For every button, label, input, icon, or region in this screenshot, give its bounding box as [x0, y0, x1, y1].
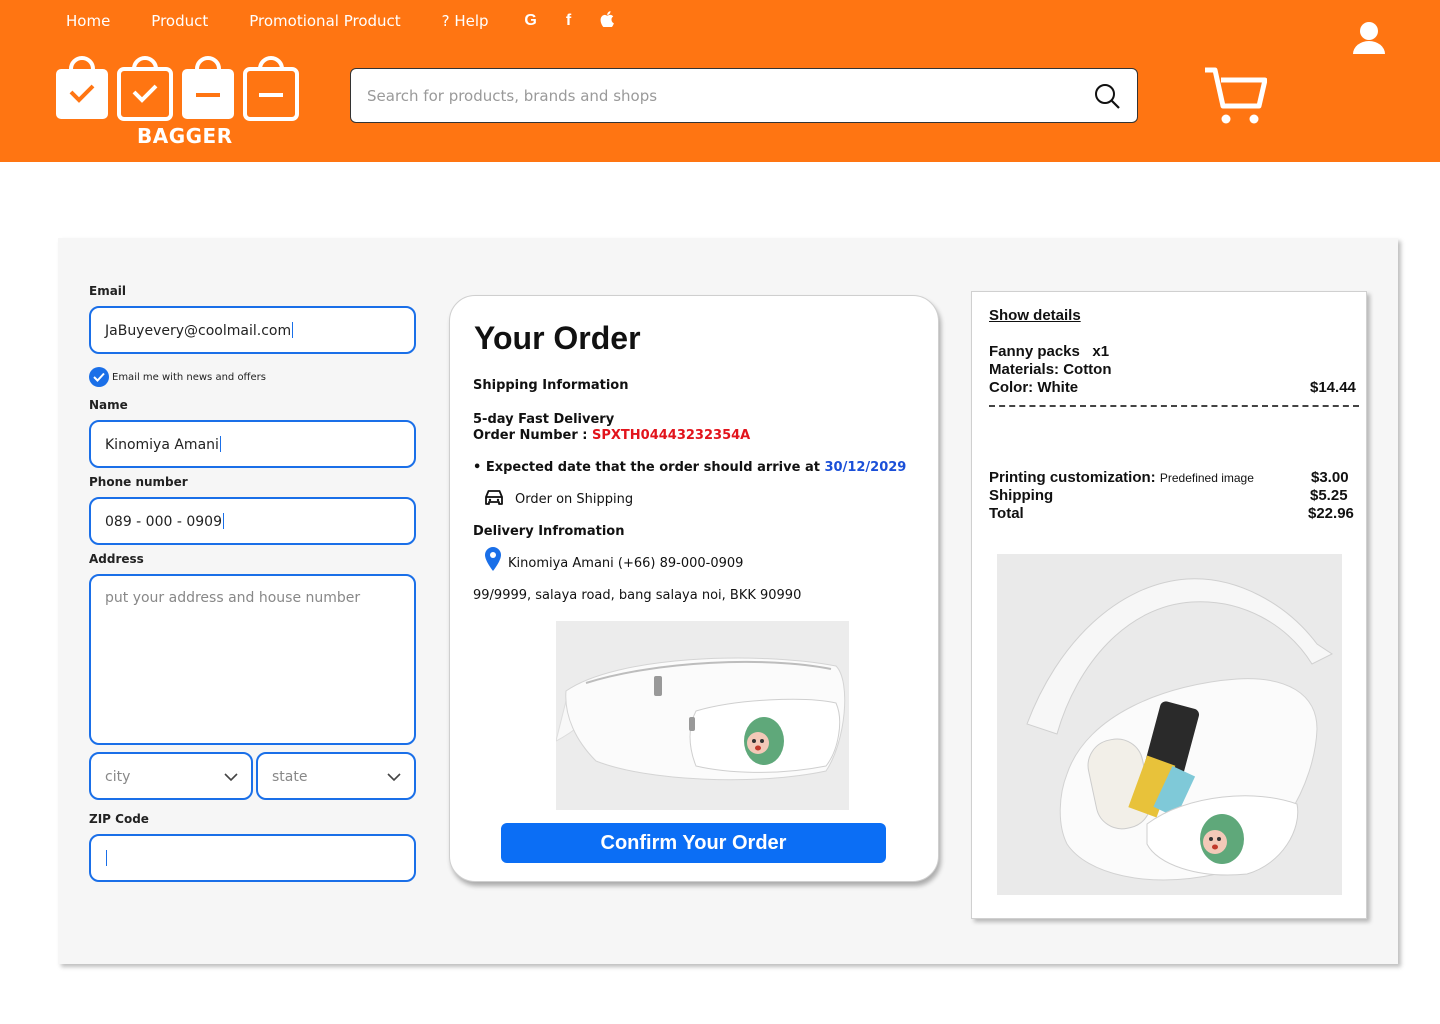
phone-value: 089 - 000 - 0909	[105, 514, 222, 530]
confirm-order-button[interactable]: Confirm Your Order	[501, 823, 886, 863]
shipping-heading: Shipping Information	[473, 378, 629, 393]
order-number: SPXTH04443232354A	[592, 428, 751, 443]
product-quantity: x1	[1092, 343, 1110, 360]
email-value: JaBuyevery@coolmail.com	[105, 323, 292, 339]
nav-product-link[interactable]: Product	[151, 12, 208, 30]
expected-date-row: • Expected date that the order should ar…	[473, 460, 907, 475]
user-account-icon[interactable]	[1350, 20, 1388, 56]
facebook-icon[interactable]: f	[560, 12, 578, 30]
nav-help-link[interactable]: ? Help	[442, 12, 489, 30]
order-number-row: Order Number : SPXTH04443232354A	[473, 428, 751, 443]
phone-field[interactable]: 089 - 000 - 0909	[89, 497, 416, 545]
newsletter-label: Email me with news and offers	[112, 372, 266, 383]
car-icon	[485, 490, 503, 505]
cart-icon[interactable]	[1203, 66, 1267, 126]
product-material: Materials: Cotton	[989, 361, 1112, 378]
search-bar	[350, 68, 1138, 123]
city-select[interactable]: city	[89, 752, 253, 800]
address-textarea[interactable]: put your address and house number	[89, 574, 416, 745]
email-label: Email	[89, 284, 127, 298]
name-field[interactable]: Kinomiya Amani	[89, 420, 416, 468]
brand-name: BAGGER	[137, 124, 233, 148]
expected-date: 30/12/2029	[824, 460, 907, 475]
social-links: G f	[522, 10, 616, 32]
printing-row: Printing customization: Predefined image	[989, 469, 1254, 486]
shipping-status: Order on Shipping	[515, 492, 634, 507]
newsletter-checkbox[interactable]	[89, 367, 109, 387]
name-label: Name	[89, 398, 128, 412]
location-pin-icon	[485, 547, 501, 571]
delivery-address: 99/9999, salaya road, bang salaya noi, B…	[473, 588, 802, 603]
printing-option: Predefined image	[1159, 471, 1254, 485]
product-color: Color: White	[989, 379, 1079, 396]
address-label: Address	[89, 552, 144, 566]
phone-label: Phone number	[89, 475, 188, 489]
shipping-label: Shipping	[989, 487, 1054, 504]
search-input[interactable]	[367, 83, 1067, 109]
address-placeholder: put your address and house number	[105, 590, 361, 606]
email-field[interactable]: JaBuyevery@coolmail.com	[89, 306, 416, 354]
total-price: $22.96	[1308, 505, 1354, 522]
zip-field[interactable]	[89, 834, 416, 882]
delivery-heading: Delivery Infromation	[473, 524, 625, 539]
chevron-down-icon	[387, 773, 401, 782]
apple-icon[interactable]	[598, 10, 616, 32]
summary-divider	[989, 405, 1359, 407]
product-name: Fanny packs x1	[989, 343, 1110, 360]
printing-price: $3.00	[1311, 469, 1349, 486]
chevron-down-icon	[224, 773, 238, 782]
state-select[interactable]: state	[256, 752, 416, 800]
city-placeholder: city	[105, 769, 131, 785]
name-value: Kinomiya Amani	[105, 437, 219, 453]
search-icon[interactable]	[1093, 82, 1121, 110]
shipping-price: $5.25	[1310, 487, 1348, 504]
order-title: Your Order	[474, 320, 641, 356]
product-price: $14.44	[1310, 379, 1356, 396]
zip-label: ZIP Code	[89, 812, 149, 826]
google-icon[interactable]: G	[522, 12, 540, 30]
total-label: Total	[989, 505, 1024, 522]
delivery-type: 5-day Fast Delivery	[473, 412, 615, 427]
check-icon	[93, 372, 105, 382]
nav-promotional-product-link[interactable]: Promotional Product	[249, 12, 400, 30]
product-image	[556, 621, 849, 810]
nav-home-link[interactable]: Home	[66, 12, 110, 30]
state-placeholder: state	[272, 769, 308, 785]
show-details-link[interactable]: Show details	[989, 307, 1081, 324]
top-nav: Home Product Promotional Product ? Help …	[66, 10, 616, 32]
product-lifestyle-image	[997, 554, 1342, 895]
recipient-info: Kinomiya Amani (+66) 89-000-0909	[508, 556, 744, 571]
site-header: Home Product Promotional Product ? Help …	[0, 0, 1440, 162]
